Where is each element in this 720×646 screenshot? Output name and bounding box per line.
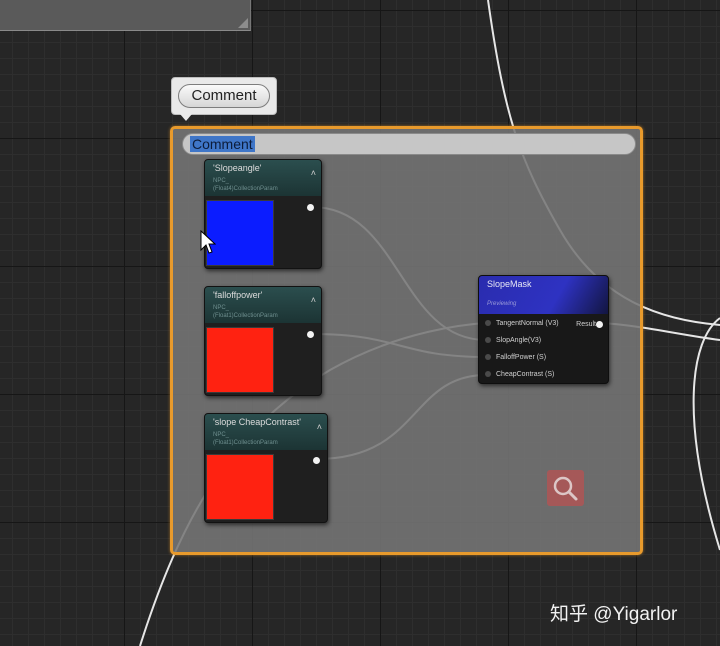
- output-pin[interactable]: [313, 457, 320, 464]
- input-pin-label: FalloffPower (S): [496, 354, 547, 361]
- comment-bubble-label[interactable]: Comment: [178, 84, 270, 108]
- input-pin[interactable]: [485, 320, 491, 327]
- color-swatch: [206, 327, 274, 393]
- watermark: 知乎 @Yigarlor: [550, 604, 678, 625]
- slopemask-node[interactable]: SlopeMask Previewing TangentNormal (V3) …: [478, 275, 609, 384]
- output-pin-label: Result: [576, 321, 596, 328]
- collapse-chevron-icon[interactable]: ˄: [311, 295, 316, 305]
- mouse-cursor-icon: [200, 230, 216, 254]
- param-node-title: 'slope CheapContrast': [213, 417, 301, 427]
- comment-bubble[interactable]: Comment: [171, 77, 277, 121]
- output-pin[interactable]: [307, 331, 314, 338]
- param-node-slopeangle[interactable]: 'Slopeangle' NPC_ (Float4)CollectionParam…: [204, 159, 322, 269]
- input-pin[interactable]: [485, 354, 491, 361]
- comment-title-field[interactable]: Comment: [182, 133, 636, 155]
- input-pin-label: TangentNormal (V3): [496, 320, 559, 327]
- input-pin-row[interactable]: TangentNormal (V3): [485, 319, 559, 329]
- wire-background-3: [692, 317, 720, 551]
- param-node-header[interactable]: 'falloffpower' NPC_ (Float1)CollectionPar…: [205, 287, 321, 323]
- param-node-cheapcontrast[interactable]: 'slope CheapContrast' NPC_ (Float1)Collec…: [204, 413, 328, 523]
- param-node-title: 'falloffpower': [213, 290, 263, 300]
- output-pin[interactable]: [596, 321, 603, 328]
- param-node-header[interactable]: 'Slopeangle' NPC_ (Float4)CollectionParam…: [205, 160, 321, 196]
- param-node-subtitle: NPC_ (Float1)CollectionParam: [213, 305, 278, 319]
- param-node-header[interactable]: 'slope CheapContrast' NPC_ (Float1)Collec…: [205, 414, 327, 450]
- collapse-chevron-icon[interactable]: ˄: [311, 168, 316, 178]
- param-node-subtitle: NPC_ (Float1)CollectionParam: [213, 432, 278, 446]
- input-pin-row[interactable]: SlopAngle(V3): [485, 336, 541, 346]
- output-pin[interactable]: [307, 204, 314, 211]
- input-pin-row[interactable]: FalloffPower (S): [485, 353, 546, 363]
- input-pin[interactable]: [485, 371, 491, 378]
- input-pin-label: SlopAngle(V3): [496, 337, 542, 344]
- input-pin-row[interactable]: CheapContrast (S): [485, 370, 554, 380]
- magnifier-icon: [553, 476, 578, 501]
- slopemask-preview-label: Previewing: [487, 301, 517, 307]
- slopemask-title: SlopeMask: [487, 279, 532, 289]
- input-pin-label: CheapContrast (S): [496, 371, 555, 378]
- top-panel: [0, 0, 251, 31]
- slopemask-header[interactable]: SlopeMask Previewing: [479, 276, 608, 314]
- param-node-falloffpower[interactable]: 'falloffpower' NPC_ (Float1)CollectionPar…: [204, 286, 322, 396]
- color-swatch: [206, 454, 274, 520]
- color-swatch: [206, 200, 274, 266]
- zoom-to-fit-button[interactable]: [547, 470, 584, 506]
- collapse-chevron-icon[interactable]: ˄: [317, 422, 322, 432]
- resize-corner-icon[interactable]: [238, 18, 248, 28]
- param-node-subtitle: NPC_ (Float4)CollectionParam: [213, 178, 278, 192]
- input-pin[interactable]: [485, 337, 491, 344]
- comment-title-selected-text[interactable]: Comment: [190, 136, 255, 152]
- param-node-title: 'Slopeangle': [213, 163, 262, 173]
